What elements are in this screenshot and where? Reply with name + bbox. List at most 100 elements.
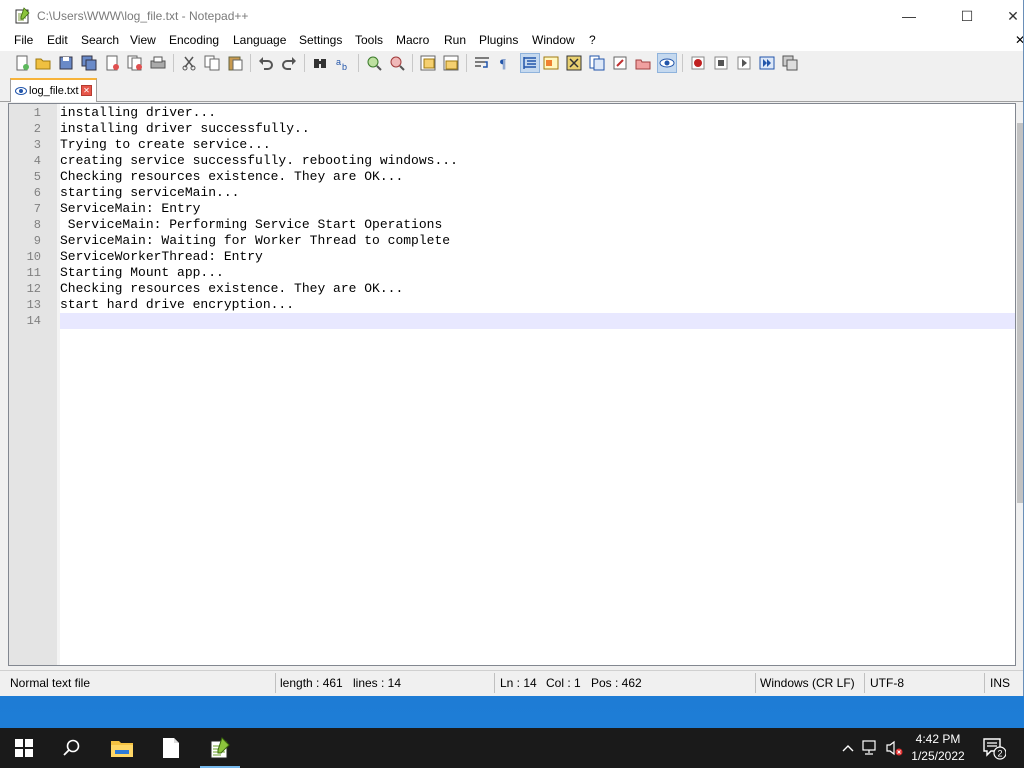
clock-time: 4:42 PM [915, 732, 961, 746]
text-editor[interactable]: 1 installing driver... 2 installing driver … [8, 103, 1016, 666]
menu-file[interactable]: File [14, 33, 33, 47]
status-ln: Ln : 14 [500, 676, 537, 690]
code-line: ServiceMain: Waiting for Worker Thread t… [60, 233, 451, 248]
minimize-icon: — [902, 8, 916, 24]
function-list-icon[interactable] [587, 53, 607, 73]
print-icon[interactable] [148, 53, 168, 73]
svg-text:a: a [336, 57, 341, 67]
status-pos: Pos : 462 [591, 676, 642, 690]
line-number: 14 [26, 314, 41, 328]
menu-help[interactable]: ? [589, 33, 596, 47]
indent-guide-icon[interactable] [520, 53, 540, 73]
status-separator [275, 673, 276, 693]
save-icon[interactable] [56, 53, 76, 73]
zoom-in-icon[interactable] [364, 53, 384, 73]
menu-view[interactable]: View [130, 33, 156, 47]
code-line: Trying to create service... [60, 137, 271, 152]
menu-search[interactable]: Search [81, 33, 119, 47]
notification-count: 2 [997, 749, 1002, 759]
code-line: Checking resources existence. They are O… [60, 169, 404, 184]
copy-icon[interactable] [202, 53, 222, 73]
panel-folder-icon[interactable] [633, 53, 653, 73]
menu-encoding[interactable]: Encoding [169, 33, 219, 47]
open-file-icon[interactable] [33, 53, 53, 73]
tab-close-icon[interactable]: ✕ [81, 85, 92, 96]
close-file-icon[interactable] [102, 53, 122, 73]
monitoring-icon[interactable] [657, 53, 677, 73]
zoom-out-icon[interactable] [387, 53, 407, 73]
line-number: 8 [33, 218, 41, 232]
status-bar: Normal text file length : 461 lines : 14… [0, 670, 1023, 694]
undo-icon[interactable] [256, 53, 276, 73]
menu-plugins[interactable]: Plugins [479, 33, 518, 47]
maximize-button[interactable]: ☐ [944, 0, 990, 32]
word-wrap-icon[interactable] [472, 53, 492, 73]
network-icon[interactable] [861, 738, 881, 758]
paste-icon[interactable] [225, 53, 245, 73]
menu-window[interactable]: Window [532, 33, 575, 47]
sync-horizontal-icon[interactable] [441, 53, 461, 73]
file-explorer-button[interactable] [98, 728, 146, 768]
menu-settings[interactable]: Settings [299, 33, 342, 47]
toolbar-separator [682, 54, 683, 72]
status-separator [755, 673, 756, 693]
user-language-icon[interactable] [541, 53, 561, 73]
tab-log-file[interactable]: log_file.txt ✕ [10, 78, 97, 102]
menu-tools[interactable]: Tools [355, 33, 383, 47]
cut-icon[interactable] [179, 53, 199, 73]
close-all-icon[interactable] [125, 53, 145, 73]
line-number: 6 [33, 186, 41, 200]
clock[interactable]: 4:42 PM 1/25/2022 [906, 731, 970, 765]
save-macro-icon[interactable] [780, 53, 800, 73]
line-number: 10 [26, 250, 41, 264]
stop-macro-icon[interactable] [711, 53, 731, 73]
save-all-icon[interactable] [79, 53, 99, 73]
close-window-button[interactable]: ✕ [990, 0, 1023, 32]
folder-as-workspace-icon[interactable] [610, 53, 630, 73]
svg-text:¶: ¶ [500, 56, 506, 71]
current-line-highlight [60, 313, 1015, 329]
line-number: 3 [33, 138, 41, 152]
status-separator [494, 673, 495, 693]
status-eol: Windows (CR LF) [760, 676, 855, 690]
sync-vertical-icon[interactable] [418, 53, 438, 73]
close-document-icon[interactable]: ✕ [1015, 33, 1023, 47]
close-icon: ✕ [1007, 7, 1019, 24]
code-line: ServiceMain: Entry [60, 201, 201, 216]
maximize-icon: ☐ [960, 7, 974, 24]
notepad-button[interactable] [147, 728, 195, 768]
line-number: 12 [26, 282, 41, 296]
play-macro-icon[interactable] [734, 53, 754, 73]
code-line: starting serviceMain... [60, 185, 240, 200]
scrollbar-thumb[interactable] [1017, 123, 1023, 503]
volume-muted-icon[interactable] [885, 738, 905, 758]
search-icon [63, 739, 80, 756]
record-macro-icon[interactable] [688, 53, 708, 73]
find-icon[interactable] [310, 53, 330, 73]
replace-icon[interactable]: ab [333, 53, 353, 73]
vertical-scrollbar[interactable] [1016, 103, 1023, 666]
code-line: creating service successfully. rebooting… [60, 153, 458, 168]
status-encoding: UTF-8 [870, 676, 904, 690]
menu-edit[interactable]: Edit [47, 33, 68, 47]
eye-icon [15, 87, 27, 95]
notepad-plus-plus-window: C:\Users\WWW\log_file.txt - Notepad++ — … [0, 0, 1024, 696]
doc-map-icon[interactable] [564, 53, 584, 73]
toolbar: ab ¶ [0, 51, 1023, 75]
show-all-chars-icon[interactable]: ¶ [495, 53, 515, 73]
show-hidden-icons-icon[interactable] [838, 738, 858, 758]
notepad-plus-plus-taskbar-button[interactable] [196, 728, 244, 768]
start-button[interactable] [0, 728, 48, 768]
minimize-button[interactable]: — [886, 0, 932, 32]
run-macro-multiple-icon[interactable] [757, 53, 777, 73]
notifications-button[interactable]: 2 [982, 736, 1007, 760]
status-file-type: Normal text file [10, 676, 91, 690]
title-bar[interactable]: C:\Users\WWW\log_file.txt - Notepad++ — … [0, 0, 1023, 32]
search-button[interactable] [48, 728, 96, 768]
new-file-icon[interactable] [12, 53, 32, 73]
code-line: installing driver successfully.. [60, 121, 310, 136]
menu-run[interactable]: Run [444, 33, 466, 47]
menu-language[interactable]: Language [233, 33, 286, 47]
menu-macro[interactable]: Macro [396, 33, 429, 47]
redo-icon[interactable] [279, 53, 299, 73]
